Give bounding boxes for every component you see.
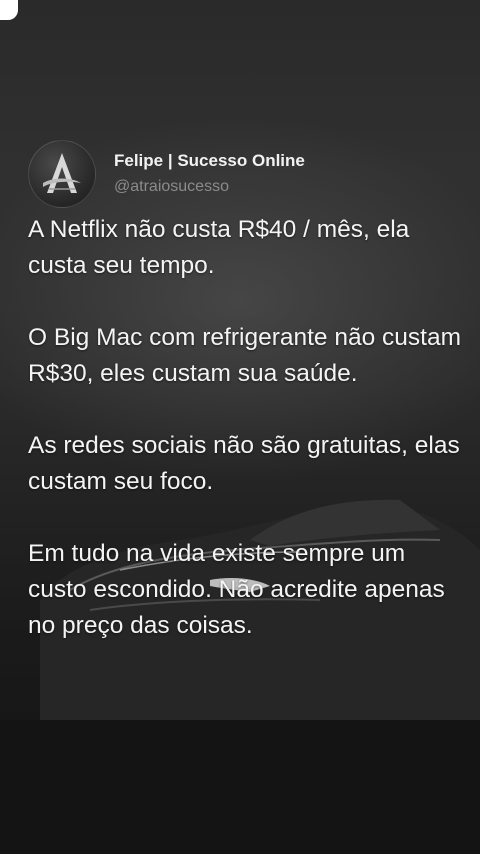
post-paragraph: As redes sociais não são gratuitas, elas…	[28, 432, 460, 495]
avatar[interactable]	[28, 140, 96, 208]
post-body: A Netflix não custa R$40 / mês, ela cust…	[28, 212, 468, 680]
post-header: Felipe | Sucesso Online @atraiosucesso	[28, 140, 458, 208]
letter-a-logo-icon	[43, 153, 81, 193]
author-handle[interactable]: @atraiosucesso	[114, 178, 229, 196]
post-paragraph: O Big Mac com refrigerante não custam R$…	[28, 324, 462, 387]
post-paragraph: Em tudo na vida existe sempre um custo e…	[28, 540, 445, 639]
author-name[interactable]: Felipe | Sucesso Online	[114, 151, 305, 171]
post-paragraph: A Netflix não custa R$40 / mês, ela cust…	[28, 216, 410, 279]
